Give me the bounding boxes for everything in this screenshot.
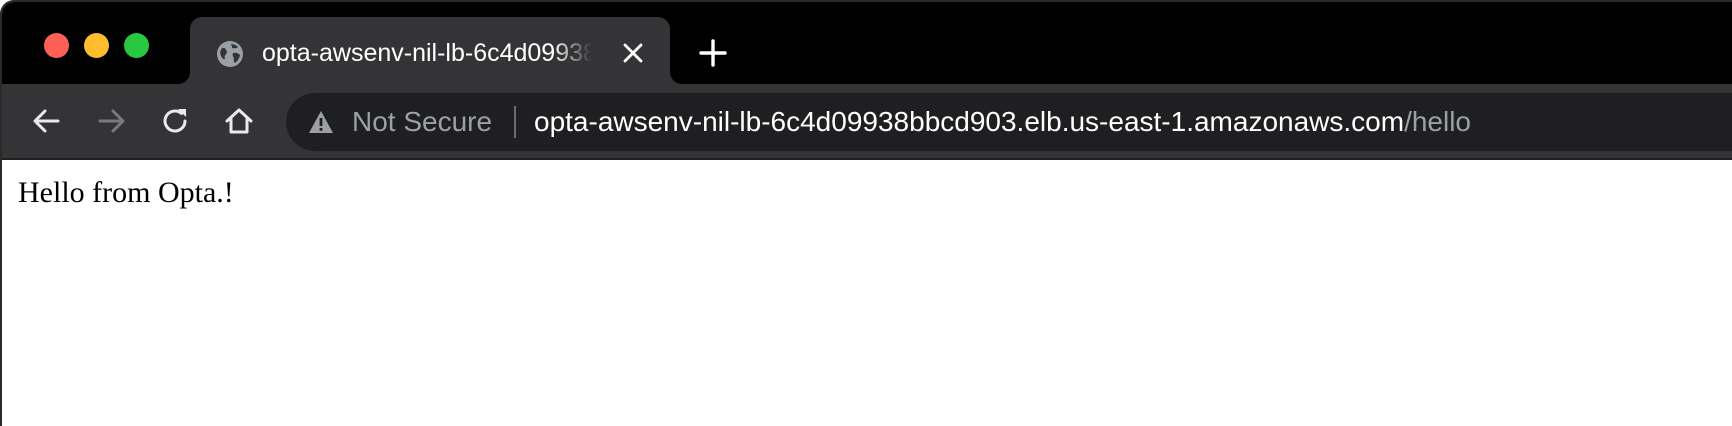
globe-icon [215,39,245,69]
browser-window: opta-awsenv-nil-lb-6c4d09938bbcd903.elb.… [0,0,1732,426]
tab-strip: opta-awsenv-nil-lb-6c4d09938bbcd903.elb.… [2,2,1732,84]
url-text[interactable]: opta-awsenv-nil-lb-6c4d09938bbcd903.elb.… [534,104,1471,140]
page-body-text: Hello from Opta.! [18,176,234,209]
home-icon[interactable] [220,102,258,140]
window-maximize-button[interactable] [124,33,149,58]
reload-icon[interactable] [156,102,194,140]
tab-close-icon[interactable] [620,40,646,66]
tab-title: opta-awsenv-nil-lb-6c4d09938bbcd903.elb.… [262,39,592,67]
window-minimize-button[interactable] [84,33,109,58]
arrow-left-icon[interactable] [28,102,66,140]
omnibox-divider [514,106,516,138]
warning-triangle-icon[interactable] [307,109,335,135]
arrow-right-icon[interactable] [92,102,130,140]
url-path: /hello [1404,106,1471,137]
url-host: opta-awsenv-nil-lb-6c4d09938bbcd903.elb.… [534,106,1405,137]
tab-active[interactable]: opta-awsenv-nil-lb-6c4d09938bbcd903.elb.… [190,17,670,84]
window-close-button[interactable] [44,33,69,58]
new-tab-plus-icon[interactable] [696,36,730,70]
security-status-label[interactable]: Not Secure [352,104,492,140]
page-content: Hello from Opta.! [2,160,1732,426]
browser-toolbar: Not Secure opta-awsenv-nil-lb-6c4d09938b… [2,84,1732,160]
address-bar[interactable]: Not Secure opta-awsenv-nil-lb-6c4d09938b… [286,93,1732,151]
